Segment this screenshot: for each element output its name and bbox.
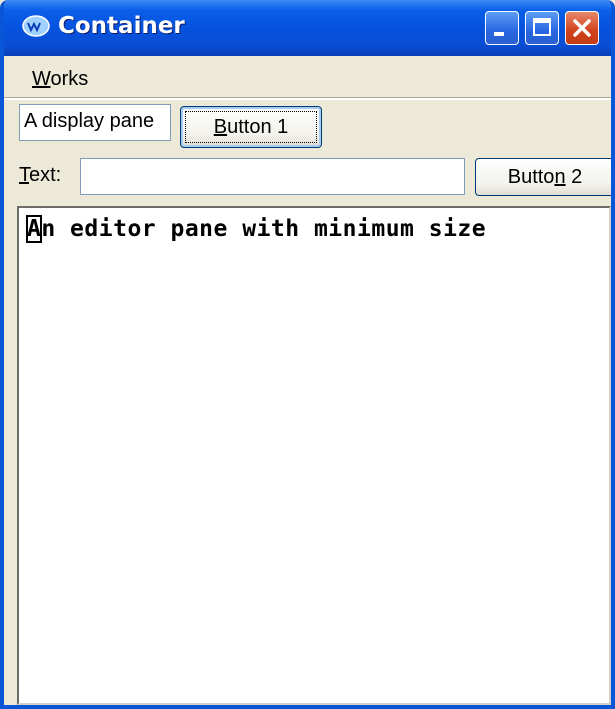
maximize-icon <box>533 18 551 36</box>
display-pane: A display pane <box>19 104 171 141</box>
text-label-rest: ext: <box>29 164 62 186</box>
menu-works-label: orks <box>50 68 89 90</box>
menu-works[interactable]: Works <box>32 68 88 91</box>
text-label: Text: <box>19 164 61 187</box>
button-2-mnemonic: n <box>554 166 566 188</box>
menu-separator <box>4 97 611 100</box>
editor-pane[interactable]: An editor pane with minimum size <box>17 206 611 705</box>
button-1[interactable]: Button 1 <box>180 106 322 148</box>
title-bar[interactable]: Container <box>4 0 611 56</box>
button-2-label-rest: 2 <box>565 166 583 188</box>
menu-works-mnemonic: W <box>32 68 51 90</box>
maximize-button[interactable] <box>525 11 559 45</box>
text-input[interactable] <box>80 158 465 195</box>
app-icon <box>22 15 50 37</box>
editor-text: An editor pane with minimum size <box>25 215 487 243</box>
focus-rectangle <box>185 111 317 143</box>
text-label-mnemonic: T <box>19 164 29 186</box>
close-button[interactable] <box>565 11 599 45</box>
minimize-button[interactable] <box>485 11 519 45</box>
button-2-label-pre: Butto <box>507 166 555 188</box>
close-icon <box>573 19 591 37</box>
window-title: Container <box>58 13 185 39</box>
minimize-icon <box>494 32 504 36</box>
application-window: Container Works A display pane Button 1 … <box>0 0 615 709</box>
text-caret: A <box>25 215 43 243</box>
button-2[interactable]: Button 2 <box>475 158 611 196</box>
editor-content: n editor pane with minimum size <box>41 216 487 242</box>
